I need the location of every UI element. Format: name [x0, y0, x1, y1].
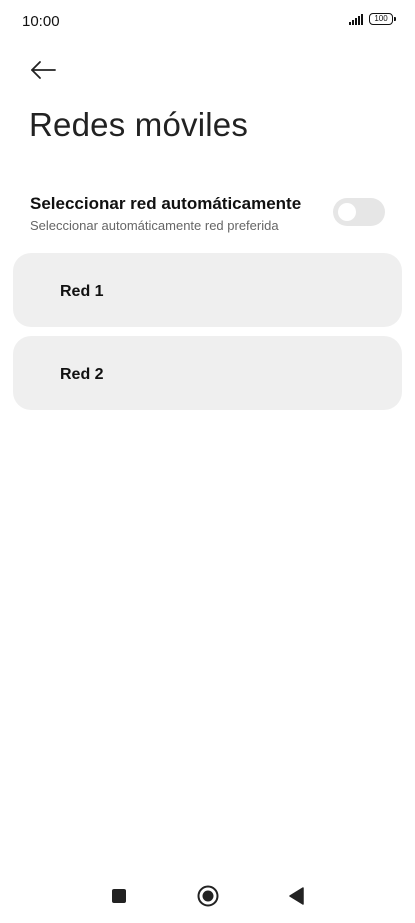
square-icon: [112, 889, 126, 903]
nav-back-button[interactable]: [285, 884, 309, 908]
auto-select-row[interactable]: Seleccionar red automáticamente Seleccio…: [0, 188, 415, 240]
network-item-red-2[interactable]: Red 2: [13, 336, 402, 410]
arrow-left-icon: [31, 61, 56, 79]
status-bar: 10:00 100: [0, 0, 415, 46]
page-title: Redes móviles: [29, 106, 249, 143]
toggle-knob: [338, 203, 356, 221]
auto-select-subtitle: Seleccionar automáticamente red preferid…: [30, 218, 279, 233]
circle-icon: [197, 885, 219, 907]
home-button[interactable]: [196, 884, 220, 908]
triangle-back-icon: [289, 887, 304, 905]
back-button[interactable]: [28, 56, 60, 84]
recent-apps-button[interactable]: [107, 884, 131, 908]
status-icons: 100: [349, 13, 396, 25]
auto-select-title: Seleccionar red automáticamente: [30, 194, 302, 213]
status-time: 10:00: [22, 13, 60, 30]
navigation-bar: [0, 870, 415, 923]
battery-level: 100: [374, 14, 388, 23]
signal-bars-icon: [349, 13, 363, 25]
network-label: Red 2: [60, 366, 104, 383]
auto-select-toggle[interactable]: [333, 198, 385, 226]
network-label: Red 1: [60, 283, 104, 300]
network-item-red-1[interactable]: Red 1: [13, 253, 402, 327]
battery-icon: 100: [369, 13, 396, 25]
